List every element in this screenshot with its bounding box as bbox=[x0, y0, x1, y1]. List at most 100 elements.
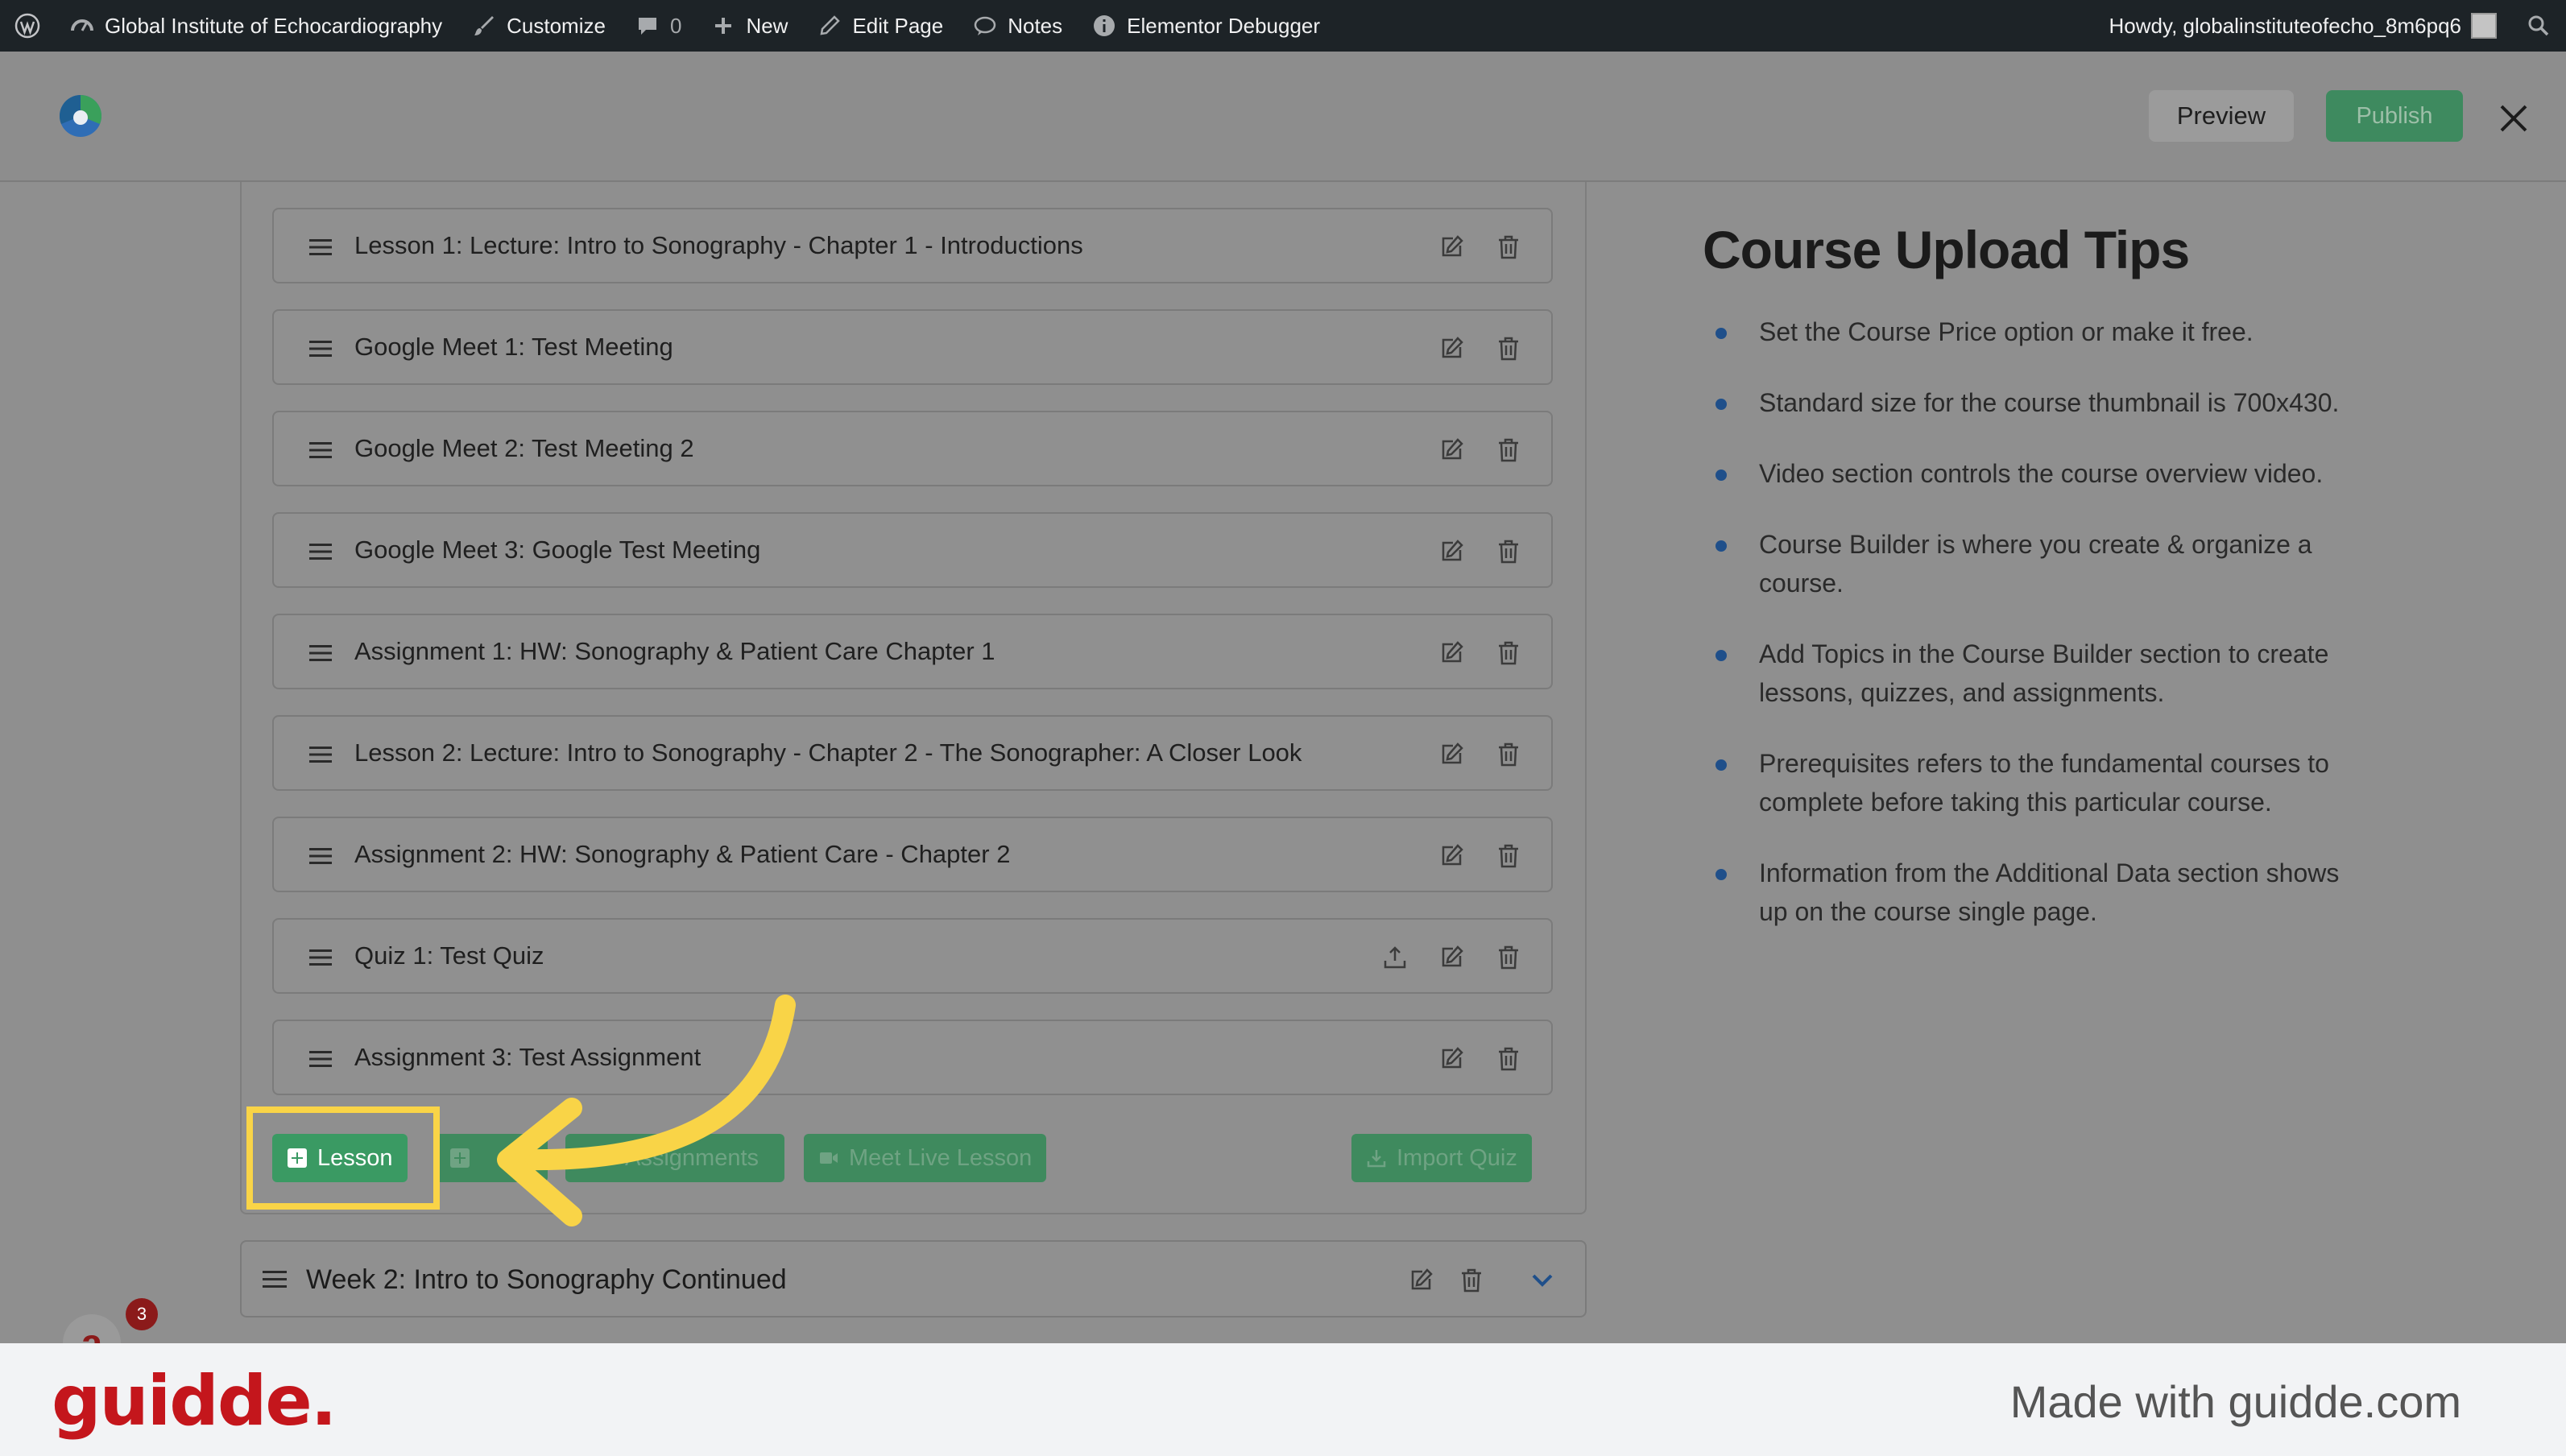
trash-icon[interactable] bbox=[1496, 843, 1521, 869]
drag-handle-icon[interactable] bbox=[309, 238, 332, 257]
topic-content-item[interactable]: Assignment 1: HW: Sonography & Patient C… bbox=[272, 614, 1553, 689]
topic-content-item[interactable]: Google Meet 3: Google Test Meeting bbox=[272, 512, 1553, 588]
tip-text: Prerequisites refers to the fundamental … bbox=[1759, 749, 2329, 817]
import-quiz-button[interactable]: Import Quiz bbox=[1351, 1134, 1532, 1182]
topic-content-item[interactable]: Assignment 2: HW: Sonography & Patient C… bbox=[272, 817, 1553, 892]
tip-text: Add Topics in the Course Builder section… bbox=[1759, 639, 2329, 707]
topic-content-item[interactable]: Lesson 2: Lecture: Intro to Sonography -… bbox=[272, 715, 1553, 791]
topic-content-title: Assignment 1: HW: Sonography & Patient C… bbox=[354, 637, 995, 665]
trash-icon[interactable] bbox=[1496, 539, 1521, 565]
new-content-menu[interactable]: New bbox=[696, 0, 802, 52]
drag-handle-icon[interactable] bbox=[309, 441, 332, 460]
comments-link[interactable]: 0 bbox=[620, 0, 696, 52]
bullet-dot bbox=[1715, 469, 1727, 481]
edit-icon[interactable] bbox=[1438, 843, 1464, 869]
notification-badge: 3 bbox=[126, 1298, 158, 1330]
edit-icon[interactable] bbox=[1438, 640, 1464, 666]
site-name-menu[interactable]: Global Institute of Echocardiography bbox=[55, 0, 457, 52]
edit-icon[interactable] bbox=[1438, 1046, 1464, 1072]
topic-week-2-row[interactable]: Week 2: Intro to Sonography Continued bbox=[240, 1240, 1587, 1317]
speech-bubble-icon bbox=[974, 16, 996, 35]
customize-link[interactable]: Customize bbox=[457, 0, 620, 52]
preview-button[interactable]: Preview bbox=[2149, 90, 2294, 142]
debugger-label: Elementor Debugger bbox=[1127, 13, 1321, 38]
trash-icon[interactable] bbox=[1496, 1046, 1521, 1072]
made-with-text: Made with guidde.com bbox=[2009, 1376, 2461, 1427]
tip-item: Add Topics in the Course Builder section… bbox=[1715, 635, 2344, 712]
edit-icon[interactable] bbox=[1438, 945, 1464, 970]
comment-icon bbox=[638, 18, 656, 35]
publish-button[interactable]: Publish bbox=[2326, 90, 2463, 142]
bullet-dot bbox=[1715, 399, 1727, 410]
drag-handle-icon[interactable] bbox=[309, 948, 332, 967]
edit-icon[interactable] bbox=[1438, 437, 1464, 463]
wp-logo-menu[interactable] bbox=[0, 0, 55, 52]
edit-icon[interactable] bbox=[1408, 1268, 1434, 1293]
tip-item: Video section controls the course overvi… bbox=[1715, 454, 2344, 493]
bullet-dot bbox=[1715, 540, 1727, 552]
trash-icon[interactable] bbox=[1496, 742, 1521, 767]
chevron-down-icon[interactable] bbox=[1530, 1271, 1554, 1290]
bullet-dot bbox=[1715, 759, 1727, 771]
bullet-dot bbox=[1715, 869, 1727, 880]
drag-handle-icon[interactable] bbox=[309, 643, 332, 663]
tip-text: Information from the Additional Data sec… bbox=[1759, 858, 2340, 926]
topic-content-item[interactable]: Lesson 1: Lecture: Intro to Sonography -… bbox=[272, 208, 1553, 283]
trash-icon[interactable] bbox=[1496, 437, 1521, 463]
topic-content-item[interactable]: Quiz 1: Test Quiz bbox=[272, 918, 1553, 994]
tip-item: Course Builder is where you create & org… bbox=[1715, 525, 2344, 602]
tip-item: Standard size for the course thumbnail i… bbox=[1715, 383, 2344, 422]
topic-content-title: Lesson 1: Lecture: Intro to Sonography -… bbox=[354, 231, 1083, 259]
topic-content-title: Lesson 2: Lecture: Intro to Sonography -… bbox=[354, 738, 1302, 767]
elementor-debugger-link[interactable]: Elementor Debugger bbox=[1077, 0, 1335, 52]
drag-handle-icon[interactable] bbox=[309, 745, 332, 764]
avatar bbox=[2471, 13, 2497, 39]
bullet-dot bbox=[1715, 328, 1727, 339]
tip-item: Information from the Additional Data sec… bbox=[1715, 854, 2344, 931]
topic-content-title: Quiz 1: Test Quiz bbox=[354, 941, 544, 970]
wp-admin-bar: Global Institute of Echocardiography Cus… bbox=[0, 0, 2566, 52]
edit-page-label: Edit Page bbox=[852, 13, 944, 38]
guidde-footer: guidde. Made with guidde.com bbox=[0, 1343, 2566, 1456]
trash-icon[interactable] bbox=[1496, 234, 1521, 260]
drag-handle-icon[interactable] bbox=[309, 339, 332, 358]
wordpress-icon bbox=[14, 13, 40, 39]
tip-item: Prerequisites refers to the fundamental … bbox=[1715, 744, 2344, 821]
customize-label: Customize bbox=[507, 13, 606, 38]
edit-icon[interactable] bbox=[1438, 234, 1464, 260]
trash-icon[interactable] bbox=[1459, 1268, 1484, 1293]
drag-handle-icon[interactable] bbox=[309, 846, 332, 866]
tutor-logo-icon[interactable] bbox=[56, 92, 105, 140]
trash-icon[interactable] bbox=[1496, 336, 1521, 362]
notes-label: Notes bbox=[1008, 13, 1063, 38]
tips-list: Set the Course Price option or make it f… bbox=[1715, 312, 2344, 963]
trash-icon[interactable] bbox=[1496, 640, 1521, 666]
topic-content-title: Google Meet 1: Test Meeting bbox=[354, 333, 673, 361]
my-account-menu[interactable]: Howdy, globalinstituteofecho_8m6pq6 bbox=[2095, 0, 2511, 52]
info-icon bbox=[1094, 15, 1115, 36]
notes-link[interactable]: Notes bbox=[958, 0, 1077, 52]
drag-handle-icon[interactable] bbox=[309, 542, 332, 561]
drag-handle-icon[interactable] bbox=[263, 1269, 287, 1290]
edit-icon[interactable] bbox=[1438, 742, 1464, 767]
trash-icon[interactable] bbox=[1496, 945, 1521, 970]
bullet-dot bbox=[1715, 650, 1727, 661]
tip-text: Set the Course Price option or make it f… bbox=[1759, 317, 2254, 346]
drag-handle-icon[interactable] bbox=[309, 1049, 332, 1069]
meet-live-label: Meet Live Lesson bbox=[849, 1144, 1033, 1171]
comments-count: 0 bbox=[669, 13, 682, 38]
topic-content-item[interactable]: Google Meet 1: Test Meeting bbox=[272, 309, 1553, 385]
upload-icon[interactable] bbox=[1382, 945, 1408, 970]
import-quiz-label: Import Quiz bbox=[1397, 1144, 1517, 1171]
site-name: Global Institute of Echocardiography bbox=[105, 13, 443, 38]
topic-content-item[interactable]: Google Meet 2: Test Meeting 2 bbox=[272, 411, 1553, 486]
tip-item: Set the Course Price option or make it f… bbox=[1715, 312, 2344, 351]
add-meet-live-lesson-button[interactable]: Meet Live Lesson bbox=[804, 1134, 1047, 1182]
week-2-title: Week 2: Intro to Sonography Continued bbox=[306, 1264, 787, 1295]
edit-page-link[interactable]: Edit Page bbox=[802, 0, 958, 52]
edit-icon[interactable] bbox=[1438, 336, 1464, 362]
admin-search[interactable] bbox=[2511, 0, 2566, 52]
edit-icon[interactable] bbox=[1438, 539, 1464, 565]
tip-text: Video section controls the course overvi… bbox=[1759, 459, 2324, 488]
close-icon[interactable] bbox=[2494, 98, 2534, 139]
